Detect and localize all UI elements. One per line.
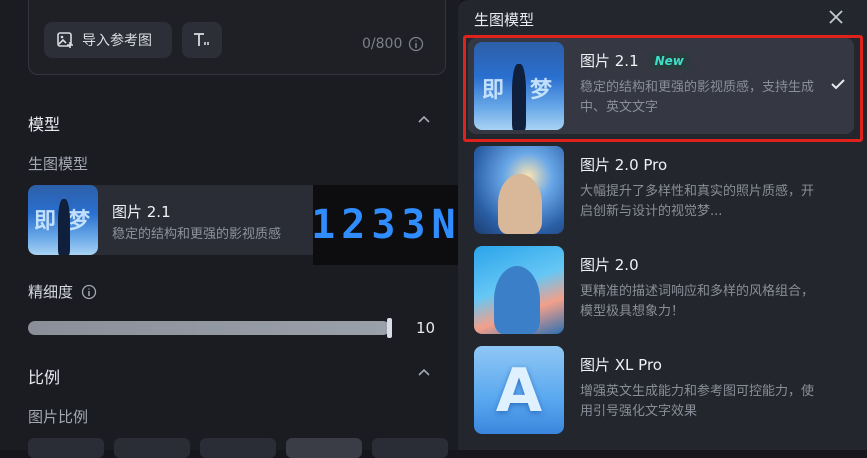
precision-slider-handle[interactable] bbox=[387, 318, 392, 338]
selected-model-desc: 稳定的结构和更强的影视质感 bbox=[112, 227, 282, 242]
selection-highlight bbox=[463, 35, 863, 142]
chevron-up-icon[interactable] bbox=[416, 365, 432, 381]
char-counter-text: 0/800 bbox=[362, 36, 403, 52]
model-thumbnail: A bbox=[474, 346, 564, 434]
model-option-desc: 大幅提升了多样性和真实的照片质感，开启创新与设计的视觉梦... bbox=[580, 184, 815, 219]
model-thumbnail bbox=[474, 146, 564, 234]
image-add-icon bbox=[57, 32, 73, 48]
model-option-desc: 更精准的描述词响应和多样的风格组合，模型极具想象力！ bbox=[580, 284, 815, 319]
model-option-2-0-pro[interactable]: 图片 2.0 Pro 大幅提升了多样性和真实的照片质感，开启创新与设计的视觉梦.… bbox=[468, 142, 854, 238]
thumb-figure bbox=[58, 199, 70, 255]
thumb-char-1: 即 bbox=[34, 209, 57, 234]
import-reference-image-button[interactable]: 导入参考图 bbox=[44, 22, 172, 58]
model-section-title: 模型 bbox=[28, 115, 61, 134]
ratio-option[interactable] bbox=[372, 438, 448, 458]
precision-slider-track[interactable] bbox=[28, 321, 390, 335]
text-style-button[interactable] bbox=[182, 22, 222, 58]
ratio-option[interactable] bbox=[286, 438, 362, 458]
model-option-name: 图片 XL Pro bbox=[580, 356, 662, 374]
model-thumbnail: 即 梦 bbox=[28, 185, 98, 255]
model-option-name: 图片 2.0 bbox=[580, 256, 639, 274]
thumb-letter: A bbox=[495, 356, 543, 426]
model-option-name: 图片 2.0 Pro bbox=[580, 156, 668, 174]
thumb-figure bbox=[494, 266, 540, 334]
selected-model-name: 图片 2.1 bbox=[112, 203, 171, 221]
close-icon[interactable] bbox=[828, 9, 844, 25]
thumb-figure bbox=[498, 174, 542, 234]
char-counter: 0/800 bbox=[362, 36, 424, 52]
popup-title: 生图模型 bbox=[474, 11, 535, 29]
precision-label-row: 精细度 bbox=[28, 281, 97, 302]
precision-label: 精细度 bbox=[28, 283, 74, 301]
import-reference-label: 导入参考图 bbox=[82, 33, 152, 49]
chevron-up-icon[interactable] bbox=[416, 112, 432, 128]
ratio-sub-label: 图片比例 bbox=[28, 408, 89, 426]
model-option-xl-pro[interactable]: A 图片 XL Pro 增强英文生成能力和参考图可控能力，使用引号强化文字效果 bbox=[468, 342, 854, 438]
ratio-option[interactable] bbox=[114, 438, 190, 458]
text-quote-icon bbox=[194, 33, 209, 46]
model-option-2-0[interactable]: 图片 2.0 更精准的描述词响应和多样的风格组合，模型极具想象力！ bbox=[468, 242, 854, 338]
ratio-options bbox=[28, 438, 448, 458]
thumb-char-2: 梦 bbox=[68, 209, 91, 234]
precision-value: 10 bbox=[416, 319, 436, 337]
ratio-section-title: 比例 bbox=[28, 368, 61, 387]
model-thumbnail bbox=[474, 246, 564, 334]
model-sub-label: 生图模型 bbox=[28, 155, 89, 173]
model-option-desc: 增强英文生成能力和参考图可控能力，使用引号强化文字效果 bbox=[580, 384, 815, 419]
ratio-option[interactable] bbox=[28, 438, 104, 458]
ratio-option[interactable] bbox=[200, 438, 276, 458]
info-icon[interactable] bbox=[81, 284, 97, 300]
info-icon[interactable] bbox=[408, 36, 424, 52]
